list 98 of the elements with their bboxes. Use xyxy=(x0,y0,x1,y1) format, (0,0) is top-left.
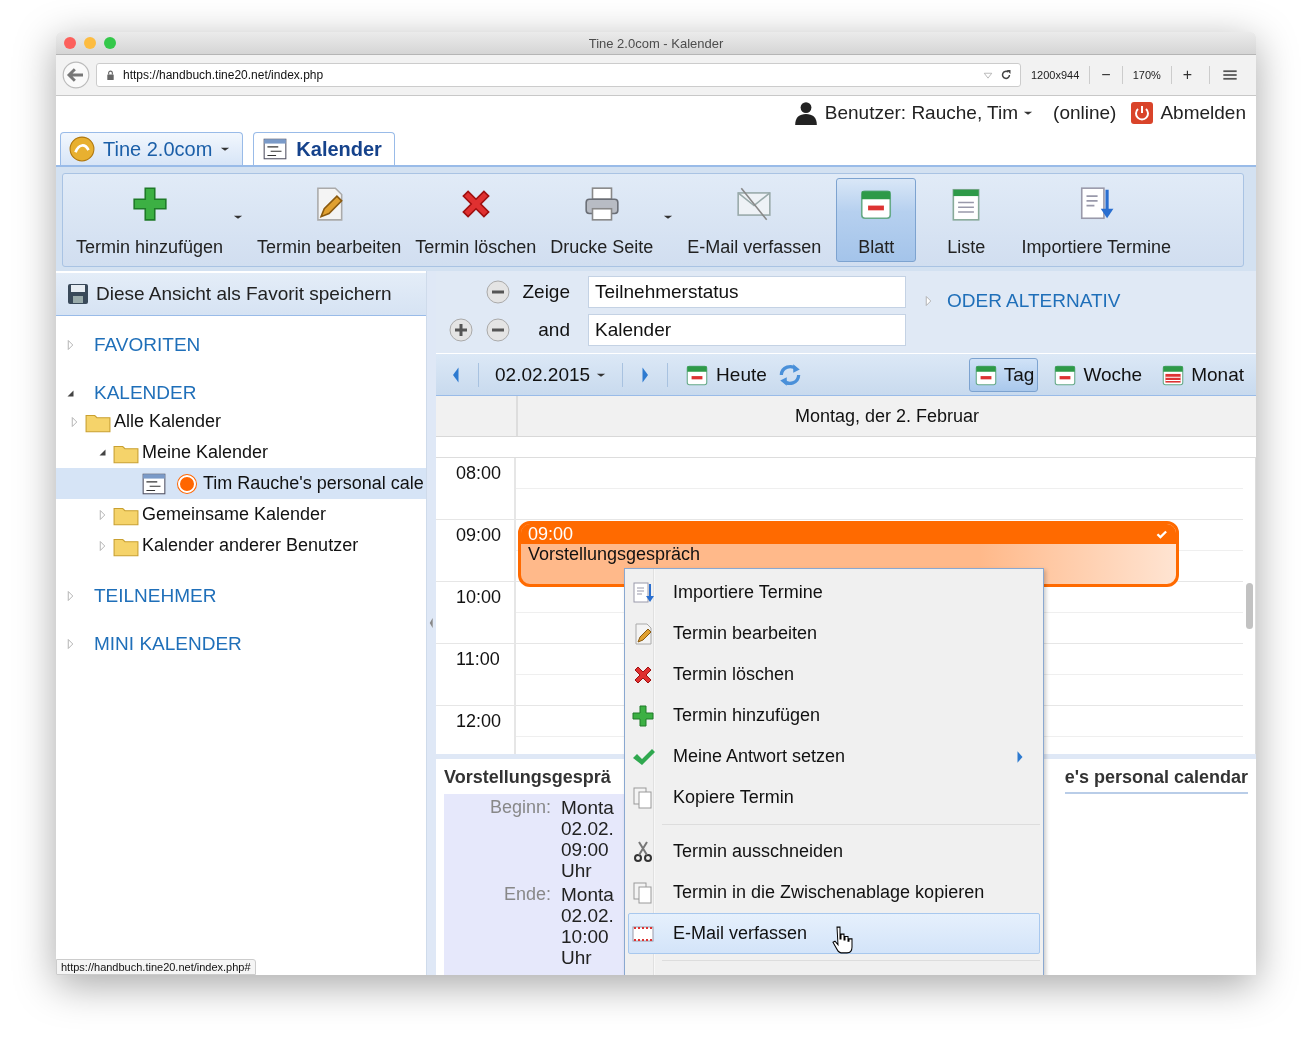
zoom-level: 170% xyxy=(1131,69,1162,81)
tree-item[interactable]: Alle Kalender xyxy=(56,406,426,437)
status-url: https://handbuch.tine20.net/index.php# xyxy=(56,959,256,975)
save-favorite-button[interactable]: Diese Ansicht als Favorit speichern xyxy=(56,273,426,316)
window-title: Tine 2.0com - Kalender xyxy=(587,35,725,51)
section-header[interactable]: KALENDER xyxy=(94,382,197,404)
list-icon xyxy=(262,136,289,162)
tree-item[interactable]: Gemeinsame Kalender xyxy=(56,499,426,530)
dropdown-arrow-icon[interactable] xyxy=(663,213,674,221)
logo-icon xyxy=(69,136,95,162)
field-value: Uhr xyxy=(561,860,593,881)
time-label: 12:00 xyxy=(436,706,516,754)
field-value: Monta xyxy=(561,797,614,818)
menu-button[interactable] xyxy=(1222,68,1239,82)
status-text: (online) xyxy=(1053,101,1117,124)
toolbar-button[interactable]: Drucke Seite xyxy=(545,178,679,262)
detail-calendar: e's personal calendar xyxy=(1064,767,1248,794)
lock-icon xyxy=(105,69,116,81)
copy-icon xyxy=(631,880,655,905)
alternative-filter-link[interactable]: ODER ALTERNATIV xyxy=(947,290,1121,312)
day-header: Montag, der 2. Februar xyxy=(518,396,1256,436)
user-icon xyxy=(792,99,819,126)
plus-icon xyxy=(631,703,655,728)
toolbar-button[interactable]: Termin bearbeiten xyxy=(252,178,407,262)
app-tab[interactable]: Tine 2.0com xyxy=(60,132,244,165)
section-header[interactable]: FAVORITEN xyxy=(94,334,201,356)
toolbar-button[interactable]: Termin hinzufügen xyxy=(71,178,249,262)
back-button[interactable] xyxy=(62,61,90,89)
filter-field[interactable]: Teilnehmerstatus xyxy=(588,276,906,308)
view-button[interactable]: Woche xyxy=(1048,357,1147,392)
menu-item[interactable]: Kopiere Termin xyxy=(628,777,1040,818)
filter-label: Zeige xyxy=(521,281,570,303)
toolbar-button[interactable]: Importiere Termine xyxy=(1016,178,1177,262)
menu-item[interactable]: Termin löschen xyxy=(628,654,1040,695)
scissors-icon xyxy=(631,839,655,864)
reload-button[interactable] xyxy=(1000,69,1012,81)
viewport-size: 1200x944 xyxy=(1030,69,1081,81)
zoom-in-button[interactable]: + xyxy=(1177,66,1198,84)
dropdown-arrow-icon[interactable] xyxy=(233,213,244,221)
tree-item[interactable]: Kalender anderer Benutzer xyxy=(56,530,426,561)
plus-icon xyxy=(130,185,169,223)
app-tab[interactable]: Kalender xyxy=(253,132,395,165)
toolbar-button[interactable]: E-Mail verfassen xyxy=(682,178,827,262)
import-icon xyxy=(631,580,655,605)
dropdown-icon[interactable] xyxy=(983,70,993,80)
field-value: 02.02. xyxy=(561,818,614,839)
field-value: 09:00 xyxy=(561,839,610,860)
menu-item[interactable]: E-Mail verfassen xyxy=(628,913,1040,954)
power-icon xyxy=(1130,100,1155,125)
time-label: 09:00 xyxy=(436,520,516,582)
section-header[interactable]: MINI KALENDER xyxy=(94,633,242,655)
today-button[interactable]: Heute xyxy=(684,361,767,388)
time-label: 08:00 xyxy=(436,458,516,520)
date-picker-button[interactable]: 02.02.2015 xyxy=(495,363,607,386)
hand-cursor-icon xyxy=(829,926,853,954)
menu-item[interactable]: Termin hinzufügen xyxy=(628,695,1040,736)
menu-item[interactable]: Meine Antwort setzen xyxy=(628,736,1040,777)
user-menu[interactable]: Benutzer: Rauche, Tim xyxy=(824,101,1034,124)
logout-link[interactable]: Abmelden xyxy=(1160,101,1246,124)
remove-filter-button[interactable] xyxy=(486,318,510,342)
filter-field[interactable]: Kalender xyxy=(588,314,906,346)
expand-arrow-icon xyxy=(924,295,933,307)
field-label: Ende: xyxy=(502,884,551,906)
envelope-icon xyxy=(735,185,774,223)
field-label: Beginn: xyxy=(488,797,551,819)
time-label: 10:00 xyxy=(436,582,516,644)
previous-button[interactable] xyxy=(450,365,462,384)
collapse-sidebar-button[interactable] xyxy=(428,617,435,629)
copy-icon xyxy=(631,785,655,810)
toolbar-button[interactable]: Liste xyxy=(920,178,1013,262)
menu-item[interactable]: Termin ausschneiden xyxy=(628,831,1040,872)
save-icon xyxy=(66,282,90,306)
close-window-button[interactable] xyxy=(64,37,76,49)
field-value: 02.02. xyxy=(561,905,614,926)
view-button[interactable]: Tag xyxy=(968,357,1039,392)
filter-label: and xyxy=(537,319,570,341)
menu-item[interactable]: Termin bearbeiten xyxy=(628,613,1040,654)
scrollbar[interactable] xyxy=(1246,583,1253,629)
add-filter-button[interactable] xyxy=(449,318,473,342)
printer-icon xyxy=(582,185,621,223)
field-value: Monta xyxy=(561,884,614,905)
view-button[interactable]: Monat xyxy=(1156,357,1248,392)
event-title: Vorstellungsgespräch xyxy=(527,544,702,564)
section-header[interactable]: TEILNEHMER xyxy=(94,585,217,607)
event-time: 09:00 xyxy=(528,524,574,545)
field-value: Uhr xyxy=(561,947,593,968)
field-value: 10:00 xyxy=(561,926,610,947)
time-label: 11:00 xyxy=(436,644,516,706)
detail-title: Vorstellungsgesprä xyxy=(444,767,611,789)
tree-item[interactable]: Tim Rauche's personal cale xyxy=(56,468,426,499)
zoom-window-button[interactable] xyxy=(104,37,116,49)
toolbar-button[interactable]: Blatt xyxy=(836,178,917,262)
toolbar-button[interactable]: Termin löschen xyxy=(410,178,542,262)
address-field[interactable]: https://handbuch.tine20.net/index.php xyxy=(96,63,1021,87)
remove-filter-button[interactable] xyxy=(486,280,510,304)
zoom-out-button[interactable]: − xyxy=(1096,66,1116,84)
menu-item[interactable]: Termin in die Zwischenablage kopieren xyxy=(628,872,1040,913)
tree-item[interactable]: Meine Kalender xyxy=(56,437,426,468)
